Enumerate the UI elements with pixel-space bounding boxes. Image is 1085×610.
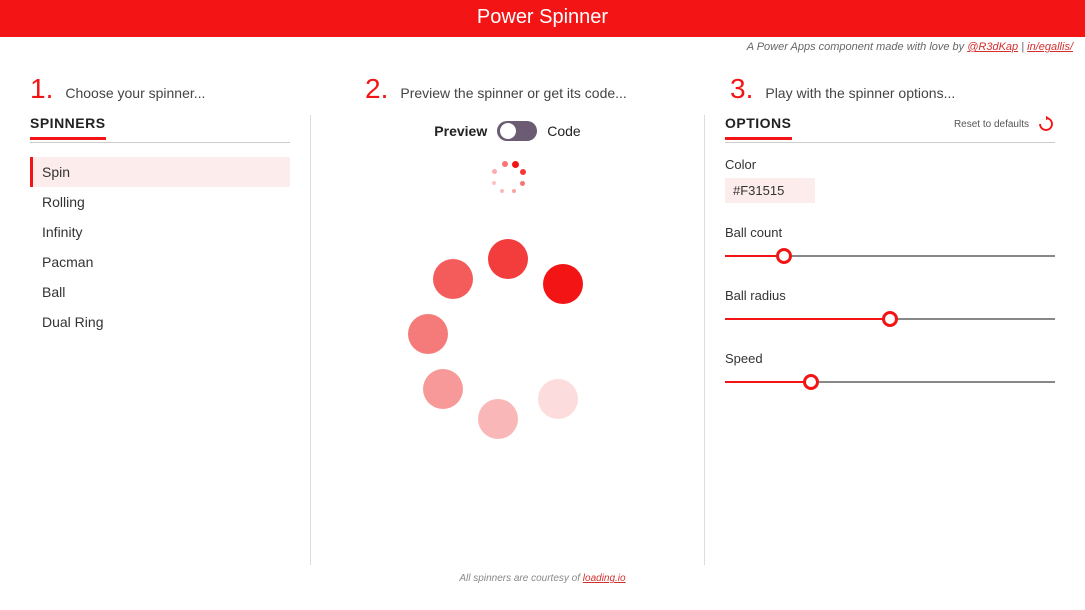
reset-label: Reset to defaults bbox=[954, 119, 1029, 130]
spinner-list: SpinRollingInfinityPacmanBallDual Ring bbox=[30, 157, 290, 337]
credits-prefix: A Power Apps component made with love by bbox=[747, 41, 968, 53]
step-2-text: Preview the spinner or get its code... bbox=[400, 85, 626, 101]
spinner-item-pacman[interactable]: Pacman bbox=[30, 247, 290, 277]
big-spinner-preview bbox=[408, 239, 608, 439]
footer-link[interactable]: loading.io bbox=[583, 573, 626, 584]
app-header: Power Spinner bbox=[0, 0, 1085, 37]
option-ball-count: Ball count bbox=[725, 225, 1055, 266]
spinners-column: SPINNERS SpinRollingInfinityPacmanBallDu… bbox=[30, 115, 310, 565]
steps-row: 1. Choose your spinner... 2. Preview the… bbox=[0, 53, 1085, 115]
credits-link-linkedin[interactable]: in/egallis/ bbox=[1027, 41, 1073, 53]
option-speed-label: Speed bbox=[725, 351, 1055, 366]
step-2: 2. Preview the spinner or get its code..… bbox=[355, 73, 690, 105]
preview-code-toggle[interactable] bbox=[497, 121, 537, 141]
option-ball-radius: Ball radius bbox=[725, 288, 1055, 329]
option-ball-radius-label: Ball radius bbox=[725, 288, 1055, 303]
step-1: 1. Choose your spinner... bbox=[30, 73, 355, 105]
step-1-number: 1. bbox=[30, 73, 53, 105]
options-title: OPTIONS bbox=[725, 115, 792, 140]
step-1-text: Choose your spinner... bbox=[65, 85, 205, 101]
footer-prefix: All spinners are courtesy of bbox=[459, 573, 582, 584]
credits-link-twitter[interactable]: @R3dKap bbox=[967, 41, 1018, 53]
code-label: Code bbox=[547, 123, 580, 139]
spinner-item-dual-ring[interactable]: Dual Ring bbox=[30, 307, 290, 337]
option-ball-count-label: Ball count bbox=[725, 225, 1055, 240]
step-3-text: Play with the spinner options... bbox=[765, 85, 955, 101]
option-color-label: Color bbox=[725, 157, 1055, 172]
color-input[interactable] bbox=[725, 178, 815, 203]
mini-spinner-preview bbox=[488, 159, 528, 199]
footer-credits: All spinners are courtesy of loading.io bbox=[0, 573, 1085, 584]
preview-code-toggle-row: Preview Code bbox=[434, 121, 580, 141]
reset-icon bbox=[1037, 115, 1055, 133]
spinner-item-rolling[interactable]: Rolling bbox=[30, 187, 290, 217]
speed-slider[interactable] bbox=[725, 372, 1055, 392]
spinner-item-infinity[interactable]: Infinity bbox=[30, 217, 290, 247]
step-3: 3. Play with the spinner options... bbox=[690, 73, 1055, 105]
step-3-number: 3. bbox=[730, 73, 753, 105]
ball-radius-slider[interactable] bbox=[725, 309, 1055, 329]
preview-column: Preview Code bbox=[310, 115, 705, 565]
spinner-item-spin[interactable]: Spin bbox=[30, 157, 290, 187]
credits-line: A Power Apps component made with love by… bbox=[0, 37, 1085, 53]
spinner-item-ball[interactable]: Ball bbox=[30, 277, 290, 307]
option-speed: Speed bbox=[725, 351, 1055, 392]
ball-count-slider[interactable] bbox=[725, 246, 1055, 266]
options-column: OPTIONS Reset to defaults Color Ball cou… bbox=[705, 115, 1055, 565]
reset-to-defaults-button[interactable]: Reset to defaults bbox=[954, 115, 1055, 133]
spinners-title: SPINNERS bbox=[30, 115, 106, 140]
step-2-number: 2. bbox=[365, 73, 388, 105]
credits-sep: | bbox=[1018, 41, 1027, 53]
option-color: Color bbox=[725, 157, 1055, 203]
app-title: Power Spinner bbox=[477, 6, 608, 28]
toggle-knob bbox=[500, 123, 516, 139]
preview-label: Preview bbox=[434, 123, 487, 139]
